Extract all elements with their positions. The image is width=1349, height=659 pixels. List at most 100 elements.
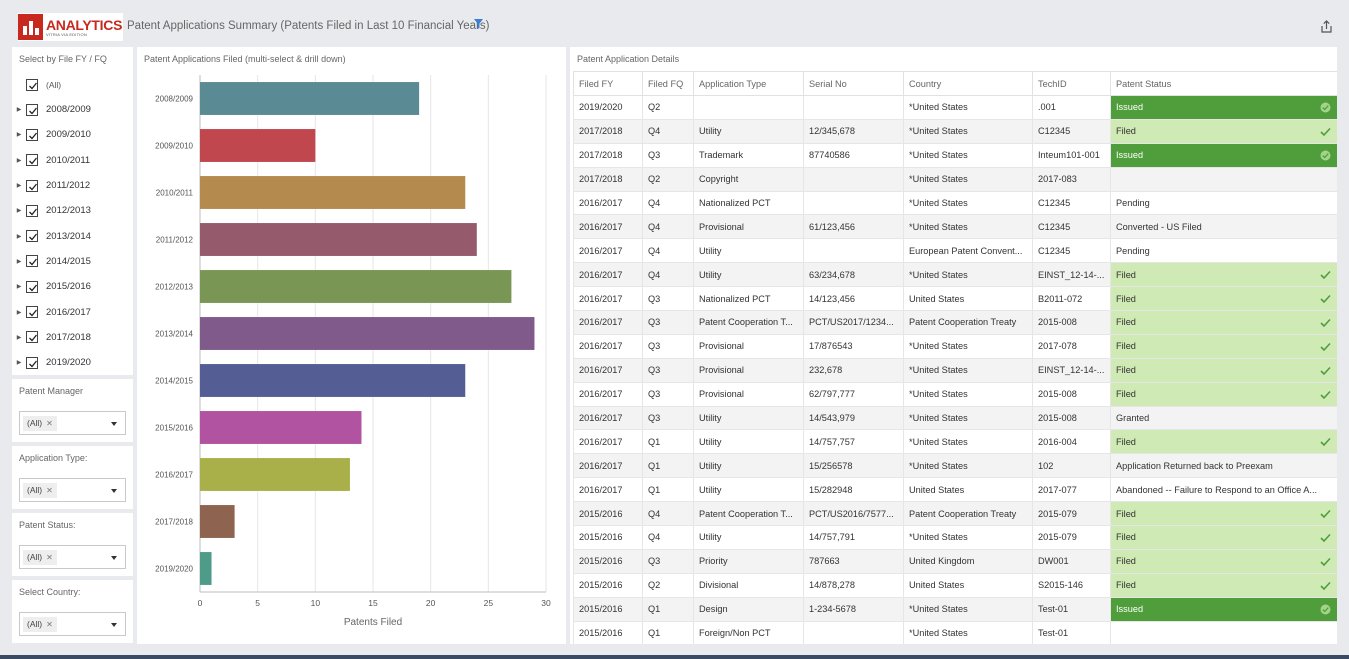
bar[interactable] [200, 458, 350, 491]
chevron-down-icon[interactable] [111, 422, 117, 426]
column-header[interactable]: Filed FY [573, 71, 643, 96]
bar[interactable] [200, 411, 362, 444]
bar[interactable] [200, 317, 535, 350]
column-header[interactable]: Patent Status [1110, 71, 1337, 96]
column-header[interactable]: Application Type [693, 71, 804, 96]
fy-option[interactable]: ▶ 2014/2015 [12, 249, 133, 274]
expand-arrow-icon[interactable]: ▶ [12, 207, 26, 214]
checkbox[interactable] [26, 179, 38, 192]
expand-arrow-icon[interactable]: ▶ [12, 233, 26, 240]
selected-chip[interactable]: (All) ✕ [23, 550, 57, 565]
table-row[interactable]: 2017/2018 Q3 Trademark 87740586 *United Stat… [573, 142, 1337, 168]
expand-arrow-icon[interactable]: ▶ [12, 359, 26, 366]
checkbox[interactable] [26, 255, 38, 268]
bar[interactable] [200, 223, 477, 256]
table-row[interactable]: 2016/2017 Q4 Nationalized PCT *United State… [573, 190, 1337, 216]
application-type-dropdown[interactable]: (All) ✕ [19, 478, 126, 502]
table-row[interactable]: 2015/2016 Q1 Foreign/Non PCT *United States… [573, 620, 1337, 644]
table-row[interactable]: 2016/2017 Q1 Utility 15/282948 United States… [573, 477, 1337, 503]
checkbox[interactable] [26, 280, 38, 293]
checkbox[interactable] [26, 204, 38, 217]
bar[interactable] [200, 552, 212, 585]
bar[interactable] [200, 364, 466, 397]
fy-option[interactable]: ▶ 2012/2013 [12, 198, 133, 223]
patent-status-dropdown[interactable]: (All) ✕ [19, 545, 126, 569]
table-row[interactable]: 2016/2017 Q3 Provisional 62/797,777 *United … [573, 381, 1337, 407]
table-row[interactable]: 2016/2017 Q3 Utility 14/543,979 *United Stat… [573, 405, 1337, 431]
fy-option[interactable]: ▶ 2016/2017 [12, 299, 133, 324]
expand-arrow-icon[interactable]: ▶ [12, 131, 26, 138]
checkbox[interactable] [26, 331, 38, 344]
bar[interactable] [200, 82, 420, 115]
selected-chip[interactable]: (All) ✕ [23, 416, 57, 431]
table-cell: PCT/US2016/7577... [803, 501, 904, 527]
expand-arrow-icon[interactable]: ▶ [12, 106, 26, 113]
table-cell: Divisional [693, 572, 804, 598]
chevron-down-icon[interactable] [111, 556, 117, 560]
expand-arrow-icon[interactable]: ▶ [12, 309, 26, 316]
table-row[interactable]: 2015/2016 Q3 Priority 787663 United Kingdom D… [573, 548, 1337, 574]
checkbox[interactable] [26, 154, 38, 167]
fy-option[interactable]: ▶ 2017/2018 [12, 325, 133, 350]
remove-icon[interactable]: ✕ [46, 620, 53, 629]
expand-arrow-icon[interactable]: ▶ [12, 283, 26, 290]
expand-arrow-icon[interactable]: ▶ [12, 258, 26, 265]
export-icon[interactable] [1320, 20, 1333, 33]
table-row[interactable]: 2016/2017 Q1 Utility 15/256578 *United State… [573, 453, 1337, 479]
column-header[interactable]: Country [903, 71, 1033, 96]
bar[interactable] [200, 505, 235, 538]
checkbox[interactable] [26, 79, 38, 91]
bar[interactable] [200, 176, 466, 209]
fy-option[interactable]: ▶ 2011/2012 [12, 173, 133, 198]
table-row[interactable]: 2016/2017 Q3 Patent Cooperation T... PCT/US… [573, 310, 1337, 335]
checkbox[interactable] [26, 306, 38, 319]
column-header[interactable]: Serial No [803, 71, 904, 96]
table-cell: C12345 [1032, 190, 1111, 216]
table-row[interactable]: 2016/2017 Q1 Utility 14/757,757 *United Stat… [573, 429, 1337, 455]
filter-icon[interactable] [474, 19, 483, 29]
bar[interactable] [200, 270, 512, 303]
table-row[interactable]: 2016/2017 Q4 Provisional 61/123,456 *United … [573, 214, 1337, 240]
fy-option[interactable]: ▶ 2015/2016 [12, 274, 133, 299]
table-row[interactable]: 2017/2018 Q2 Copyright *United States 2017-0… [573, 166, 1337, 192]
table-row[interactable]: 2017/2018 Q4 Utility 12/345,678 *United Stat… [573, 118, 1337, 144]
expand-arrow-icon[interactable]: ▶ [12, 182, 26, 189]
fy-option[interactable]: ▶ 2009/2010 [12, 122, 133, 147]
table-row[interactable]: 2016/2017 Q4 Utility European Patent Conven… [573, 238, 1337, 264]
table-cell: 15/282948 [803, 477, 904, 503]
table-row[interactable]: 2016/2017 Q3 Nationalized PCT 14/123,456 Uni… [573, 286, 1337, 312]
checkbox[interactable] [26, 356, 38, 369]
table-row[interactable]: 2015/2016 Q2 Divisional 14/878,278 United St… [573, 572, 1337, 598]
expand-arrow-icon[interactable]: ▶ [12, 157, 26, 164]
column-header[interactable]: Filed FQ [642, 71, 694, 96]
table-row[interactable]: 2019/2020 Q2 *United States .001 Issued [573, 95, 1337, 120]
fy-option[interactable]: ▶ 2013/2014 [12, 223, 133, 248]
table-row[interactable]: 2015/2016 Q4 Utility 14/757,791 *United Stat… [573, 525, 1337, 550]
selected-chip[interactable]: (All) ✕ [23, 483, 57, 498]
fy-option[interactable]: ▶ 2010/2011 [12, 148, 133, 173]
chevron-down-icon[interactable] [111, 623, 117, 627]
remove-icon[interactable]: ✕ [46, 419, 53, 428]
fy-option[interactable]: ▶ 2019/2020 [12, 350, 133, 375]
country-dropdown[interactable]: (All) ✕ [19, 612, 126, 636]
remove-icon[interactable]: ✕ [46, 553, 53, 562]
bar[interactable] [200, 129, 316, 162]
patent-manager-dropdown[interactable]: (All) ✕ [19, 411, 126, 435]
checkbox[interactable] [26, 128, 38, 141]
cell-text: 14/757,757 [809, 436, 855, 447]
table-row[interactable]: 2016/2017 Q4 Utility 63/234,678 *United Stat… [573, 262, 1337, 288]
table-row[interactable]: 2016/2017 Q3 Provisional 17/876543 *United S… [573, 333, 1337, 359]
table-row[interactable]: 2016/2017 Q3 Provisional 232,678 *United Sta… [573, 357, 1337, 383]
table-row[interactable]: 2015/2016 Q1 Design 1-234-5678 *United State… [573, 596, 1337, 622]
expand-arrow-icon[interactable]: ▶ [12, 334, 26, 341]
column-header[interactable]: TechID [1032, 71, 1111, 96]
cell-text: DW001 [1038, 556, 1069, 567]
table-row[interactable]: 2015/2016 Q4 Patent Cooperation T... PCT/US… [573, 501, 1337, 527]
fy-option[interactable]: ▶ 2008/2009 [12, 97, 133, 122]
fy-option-all[interactable]: (All) [12, 73, 133, 97]
chevron-down-icon[interactable] [111, 489, 117, 493]
selected-chip[interactable]: (All) ✕ [23, 617, 57, 632]
checkbox[interactable] [26, 103, 38, 116]
checkbox[interactable] [26, 230, 38, 243]
remove-icon[interactable]: ✕ [46, 486, 53, 495]
